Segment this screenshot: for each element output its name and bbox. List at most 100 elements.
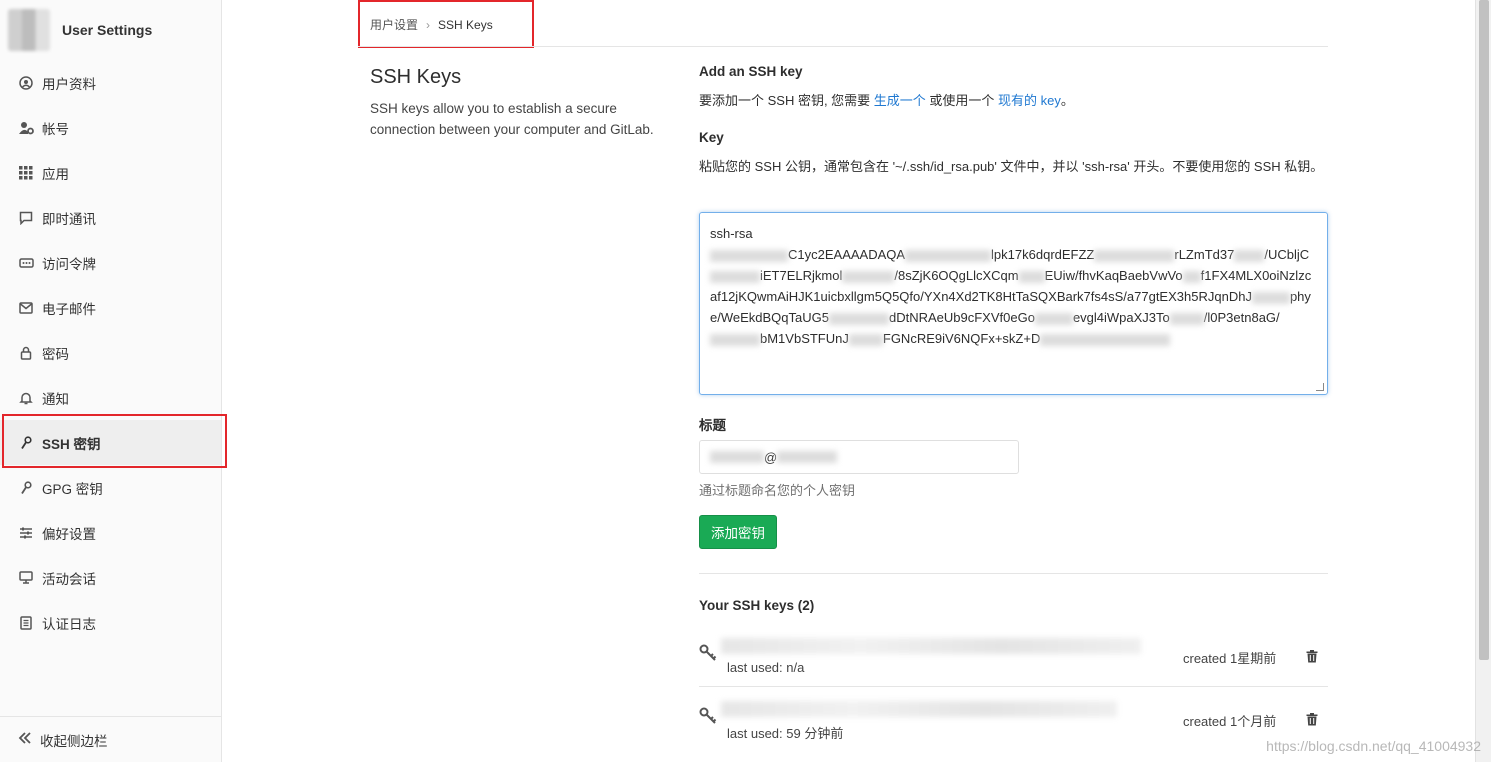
key-text: 0P3etn8aG/ bbox=[1210, 310, 1280, 325]
redaction bbox=[710, 451, 764, 463]
page-scrollbar[interactable] bbox=[1475, 0, 1491, 762]
existing-key-link[interactable]: 现有的 key bbox=[998, 93, 1061, 108]
redaction bbox=[1034, 312, 1073, 325]
divider bbox=[358, 46, 1328, 47]
apps-grid-icon bbox=[18, 165, 34, 181]
highlight-box-ssh-keys bbox=[2, 414, 227, 468]
generate-key-link[interactable]: 生成一个 bbox=[874, 93, 926, 108]
sidebar-item-chat[interactable]: 即时通讯 bbox=[0, 195, 221, 240]
sidebar-item-label: 密码 bbox=[42, 346, 69, 362]
redaction bbox=[1169, 312, 1204, 325]
redaction bbox=[710, 333, 760, 346]
avatar[interactable] bbox=[8, 9, 50, 51]
sidebar-nav: 用户资料 帐号 应用 即时通讯 访问令牌 电子邮件 密码 通知 SSH 密钥 G… bbox=[0, 60, 221, 645]
key-text: /U bbox=[1264, 247, 1278, 262]
title-input[interactable]: @ bbox=[699, 440, 1019, 474]
sidebar-item-label: 即时通讯 bbox=[42, 211, 96, 227]
redaction bbox=[905, 249, 992, 262]
key-text: iET7ELRjkmol bbox=[760, 268, 843, 283]
collapse-sidebar-label: 收起侧边栏 bbox=[40, 733, 108, 749]
key-textarea[interactable]: ssh-rsa C1yc2EAAAADAQA lpk17k6dqrdEFZZ rLZ… bbox=[699, 212, 1328, 395]
log-icon bbox=[18, 615, 34, 631]
monitor-icon bbox=[18, 570, 34, 586]
redaction bbox=[842, 270, 895, 283]
sidebar-item-password[interactable]: 密码 bbox=[0, 330, 221, 375]
sidebar-item-auth-log[interactable]: 认证日志 bbox=[0, 600, 221, 645]
chat-icon bbox=[18, 210, 34, 226]
ssh-key-row[interactable]: last used: n/a created 1星期前 bbox=[699, 630, 1328, 690]
key-text: rLZmTd37 bbox=[1174, 247, 1235, 262]
redaction bbox=[1018, 270, 1045, 283]
key-help-text: 粘贴您的 SSH 公钥，通常包含在 '~/.ssh/id_rsa.pub' 文件… bbox=[699, 159, 1324, 174]
redaction bbox=[777, 451, 838, 463]
sidebar-title[interactable]: User Settings bbox=[62, 22, 152, 38]
sidebar-item-access-tokens[interactable]: 访问令牌 bbox=[0, 240, 221, 285]
sidebar-item-emails[interactable]: 电子邮件 bbox=[0, 285, 221, 330]
key-text: bM1VbSTFUnJ bbox=[760, 331, 849, 346]
divider bbox=[699, 573, 1328, 574]
key-text: f1FX4M bbox=[1200, 268, 1247, 283]
ssh-key-row[interactable]: last used: 59 分钟前 created 1个月前 bbox=[699, 693, 1328, 753]
account-gear-icon bbox=[18, 120, 34, 136]
key-fingerprint-redacted bbox=[721, 701, 1117, 717]
key-text: /8sZjK6OQgLlcXCqm bbox=[894, 268, 1019, 283]
redaction bbox=[1040, 333, 1171, 346]
title-label: 标题 bbox=[699, 418, 726, 433]
collapse-sidebar-button[interactable]: 收起侧边栏 bbox=[0, 716, 221, 762]
resize-handle-icon[interactable] bbox=[1316, 383, 1324, 391]
profile-icon bbox=[18, 75, 34, 91]
instructions-text: 或使用一个 bbox=[925, 93, 999, 108]
sidebar-item-label: 访问令牌 bbox=[42, 256, 96, 272]
sidebar-item-label: 通知 bbox=[42, 391, 69, 407]
key-label: Key bbox=[699, 130, 724, 145]
sidebar-header: User Settings bbox=[0, 0, 221, 60]
key-fingerprint-redacted bbox=[721, 638, 1141, 654]
mail-icon bbox=[18, 300, 34, 316]
add-key-instructions: 要添加一个 SSH 密钥, 您需要 生成一个 或使用一个 现有的 key。 bbox=[699, 90, 1074, 111]
sidebar-item-preferences[interactable]: 偏好设置 bbox=[0, 510, 221, 555]
settings-sidebar: User Settings 用户资料 帐号 应用 即时通讯 访问令牌 电子邮件 bbox=[0, 0, 222, 762]
redaction bbox=[848, 333, 883, 346]
sidebar-item-profile[interactable]: 用户资料 bbox=[0, 60, 221, 105]
add-key-button[interactable]: 添加密钥 bbox=[699, 515, 777, 549]
sidebar-item-label: 应用 bbox=[42, 166, 69, 182]
breadcrumb-parent[interactable]: 用户设置 bbox=[370, 16, 418, 33]
redaction bbox=[1251, 291, 1290, 304]
key-text: lpk17k6dqrdEFZZ bbox=[991, 247, 1095, 262]
breadcrumb: 用户设置 › SSH Keys bbox=[370, 16, 493, 33]
instructions-text: 。 bbox=[1060, 93, 1074, 108]
breadcrumb-current[interactable]: SSH Keys bbox=[438, 18, 493, 32]
sidebar-item-label: 认证日志 bbox=[42, 616, 96, 632]
lock-icon bbox=[18, 345, 34, 361]
sidebar-item-active-sessions[interactable]: 活动会话 bbox=[0, 555, 221, 600]
title-input-value: @ bbox=[764, 449, 778, 465]
key-text: ssh-rsa bbox=[710, 226, 753, 241]
divider bbox=[699, 686, 1328, 687]
key-last-used: last used: n/a bbox=[727, 660, 805, 675]
redaction bbox=[1094, 249, 1175, 262]
key-text: CbljC bbox=[1277, 247, 1310, 262]
double-chevron-left-icon bbox=[18, 732, 32, 747]
key-text: FGNcRE9iV6NQFx+skZ+D bbox=[882, 331, 1041, 346]
breadcrumb-separator-icon: › bbox=[426, 17, 431, 32]
redaction bbox=[828, 312, 889, 325]
page-title: SSH Keys bbox=[370, 66, 462, 88]
key-text: DhJ bbox=[1228, 289, 1252, 304]
trash-icon[interactable] bbox=[1306, 713, 1318, 729]
redaction bbox=[1182, 270, 1201, 283]
scrollbar-thumb[interactable] bbox=[1479, 0, 1489, 660]
key-created: created 1个月前 bbox=[1183, 714, 1277, 729]
key-icon bbox=[18, 480, 34, 496]
sidebar-item-gpg-keys[interactable]: GPG 密钥 bbox=[0, 465, 221, 510]
trash-icon[interactable] bbox=[1306, 650, 1318, 666]
page-description: SSH keys allow you to establish a secure… bbox=[370, 101, 654, 137]
sidebar-item-label: 用户资料 bbox=[42, 76, 96, 92]
sidebar-item-label: GPG 密钥 bbox=[42, 481, 103, 497]
sidebar-item-applications[interactable]: 应用 bbox=[0, 150, 221, 195]
sidebar-item-account[interactable]: 帐号 bbox=[0, 105, 221, 150]
redaction bbox=[710, 270, 760, 283]
sidebar-item-label: 电子邮件 bbox=[42, 301, 96, 317]
watermark: https://blog.csdn.net/qq_41004932 bbox=[1266, 738, 1481, 754]
key-text: EUiw/fhvKaqBaebVwVo bbox=[1044, 268, 1183, 283]
add-key-heading: Add an SSH key bbox=[699, 64, 803, 79]
